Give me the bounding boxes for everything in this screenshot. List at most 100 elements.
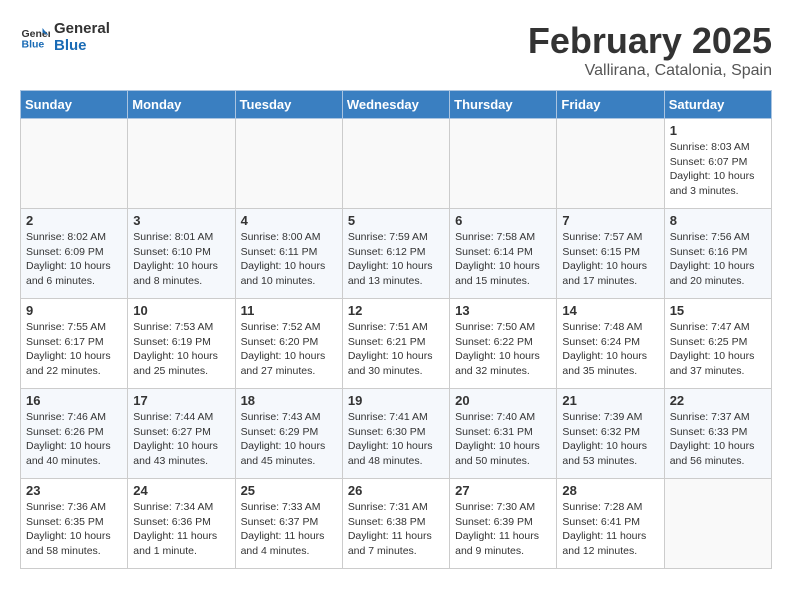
cell-text: Sunrise: 7:41 AM Sunset: 6:30 PM Dayligh… [348,410,444,469]
calendar-cell [235,119,342,209]
day-number: 5 [348,213,444,228]
calendar-header-row: SundayMondayTuesdayWednesdayThursdayFrid… [21,91,772,119]
cell-text: Sunrise: 8:01 AM Sunset: 6:10 PM Dayligh… [133,230,229,289]
day-number: 25 [241,483,337,498]
calendar-cell [450,119,557,209]
calendar-cell: 7Sunrise: 7:57 AM Sunset: 6:15 PM Daylig… [557,209,664,299]
logo-line2: Blue [54,37,110,54]
calendar-header-cell: Sunday [21,91,128,119]
cell-text: Sunrise: 7:52 AM Sunset: 6:20 PM Dayligh… [241,320,337,379]
calendar-week-row: 1 Sunrise: 8:03 AM Sunset: 6:07 PM Daylig… [21,119,772,209]
cell-text: Sunrise: 8:02 AM Sunset: 6:09 PM Dayligh… [26,230,122,289]
cell-text: Sunrise: 7:34 AM Sunset: 6:36 PM Dayligh… [133,500,229,559]
day-number: 14 [562,303,658,318]
calendar-week-row: 23Sunrise: 7:36 AM Sunset: 6:35 PM Dayli… [21,479,772,569]
cell-text: Sunrise: 7:33 AM Sunset: 6:37 PM Dayligh… [241,500,337,559]
cell-text: Sunrise: 7:56 AM Sunset: 6:16 PM Dayligh… [670,230,766,289]
logo: General Blue General Blue [20,20,110,54]
cell-text: Sunrise: 7:51 AM Sunset: 6:21 PM Dayligh… [348,320,444,379]
day-number: 18 [241,393,337,408]
calendar-cell: 14 Sunrise: 7:48 AM Sunset: 6:24 PM Dayli… [557,299,664,389]
calendar-cell: 12 Sunrise: 7:51 AM Sunset: 6:21 PM Dayli… [342,299,449,389]
calendar-body: 1 Sunrise: 8:03 AM Sunset: 6:07 PM Daylig… [21,119,772,569]
cell-text: Sunrise: 8:00 AM Sunset: 6:11 PM Dayligh… [241,230,337,289]
day-number: 12 [348,303,444,318]
calendar-cell: 18Sunrise: 7:43 AM Sunset: 6:29 PM Dayli… [235,389,342,479]
cell-text: Sunrise: 7:36 AM Sunset: 6:35 PM Dayligh… [26,500,122,559]
cell-text: Sunrise: 7:47 AM Sunset: 6:25 PM Dayligh… [670,320,766,379]
calendar-cell: 22Sunrise: 7:37 AM Sunset: 6:33 PM Dayli… [664,389,771,479]
calendar-header-cell: Tuesday [235,91,342,119]
calendar-cell: 13 Sunrise: 7:50 AM Sunset: 6:22 PM Dayli… [450,299,557,389]
cell-text: Sunrise: 7:28 AM Sunset: 6:41 PM Dayligh… [562,500,658,559]
day-number: 27 [455,483,551,498]
day-number: 28 [562,483,658,498]
day-number: 2 [26,213,122,228]
calendar-cell: 9 Sunrise: 7:55 AM Sunset: 6:17 PM Daylig… [21,299,128,389]
calendar-cell: 19 Sunrise: 7:41 AM Sunset: 6:30 PM Dayli… [342,389,449,479]
cell-text: Sunrise: 7:44 AM Sunset: 6:27 PM Dayligh… [133,410,229,469]
title-block: February 2025 Vallirana, Catalonia, Spai… [528,20,772,80]
cell-text: Sunrise: 7:40 AM Sunset: 6:31 PM Dayligh… [455,410,551,469]
day-number: 15 [670,303,766,318]
cell-text: Sunrise: 7:31 AM Sunset: 6:38 PM Dayligh… [348,500,444,559]
calendar-cell: 3 Sunrise: 8:01 AM Sunset: 6:10 PM Daylig… [128,209,235,299]
cell-text: Sunrise: 7:37 AM Sunset: 6:33 PM Dayligh… [670,410,766,469]
calendar-header-cell: Friday [557,91,664,119]
location: Vallirana, Catalonia, Spain [528,62,772,80]
cell-text: Sunrise: 7:50 AM Sunset: 6:22 PM Dayligh… [455,320,551,379]
day-number: 19 [348,393,444,408]
day-number: 1 [670,123,766,138]
cell-text: Sunrise: 7:39 AM Sunset: 6:32 PM Dayligh… [562,410,658,469]
day-number: 6 [455,213,551,228]
cell-text: Sunrise: 7:46 AM Sunset: 6:26 PM Dayligh… [26,410,122,469]
day-number: 9 [26,303,122,318]
calendar-cell: 4Sunrise: 8:00 AM Sunset: 6:11 PM Daylig… [235,209,342,299]
day-number: 16 [26,393,122,408]
cell-text: Sunrise: 7:53 AM Sunset: 6:19 PM Dayligh… [133,320,229,379]
calendar-cell [128,119,235,209]
calendar-cell: 2 Sunrise: 8:02 AM Sunset: 6:09 PM Daylig… [21,209,128,299]
day-number: 24 [133,483,229,498]
cell-text: Sunrise: 7:59 AM Sunset: 6:12 PM Dayligh… [348,230,444,289]
calendar-cell: 23Sunrise: 7:36 AM Sunset: 6:35 PM Dayli… [21,479,128,569]
calendar-week-row: 16 Sunrise: 7:46 AM Sunset: 6:26 PM Dayli… [21,389,772,479]
logo-icon: General Blue [20,22,50,52]
calendar-cell: 24 Sunrise: 7:34 AM Sunset: 6:36 PM Dayli… [128,479,235,569]
calendar-table: SundayMondayTuesdayWednesdayThursdayFrid… [20,90,772,569]
calendar-week-row: 2 Sunrise: 8:02 AM Sunset: 6:09 PM Daylig… [21,209,772,299]
calendar-cell: 25 Sunrise: 7:33 AM Sunset: 6:37 PM Dayli… [235,479,342,569]
day-number: 7 [562,213,658,228]
cell-text: Sunrise: 7:55 AM Sunset: 6:17 PM Dayligh… [26,320,122,379]
day-number: 13 [455,303,551,318]
cell-text: Sunrise: 7:48 AM Sunset: 6:24 PM Dayligh… [562,320,658,379]
calendar-cell [557,119,664,209]
calendar-cell [21,119,128,209]
day-number: 8 [670,213,766,228]
calendar-cell: 26 Sunrise: 7:31 AM Sunset: 6:38 PM Dayli… [342,479,449,569]
calendar-header-cell: Wednesday [342,91,449,119]
day-number: 11 [241,303,337,318]
calendar-cell: 8 Sunrise: 7:56 AM Sunset: 6:16 PM Daylig… [664,209,771,299]
day-number: 20 [455,393,551,408]
month-title: February 2025 [528,20,772,62]
day-number: 26 [348,483,444,498]
day-number: 17 [133,393,229,408]
calendar-cell: 11 Sunrise: 7:52 AM Sunset: 6:20 PM Dayli… [235,299,342,389]
svg-text:Blue: Blue [22,39,45,51]
calendar-cell: 20 Sunrise: 7:40 AM Sunset: 6:31 PM Dayli… [450,389,557,479]
calendar-cell: 15 Sunrise: 7:47 AM Sunset: 6:25 PM Dayli… [664,299,771,389]
calendar-header-cell: Saturday [664,91,771,119]
calendar-cell: 16 Sunrise: 7:46 AM Sunset: 6:26 PM Dayli… [21,389,128,479]
calendar-cell: 17 Sunrise: 7:44 AM Sunset: 6:27 PM Dayli… [128,389,235,479]
calendar-cell: 1 Sunrise: 8:03 AM Sunset: 6:07 PM Daylig… [664,119,771,209]
calendar-header-cell: Thursday [450,91,557,119]
calendar-header-cell: Monday [128,91,235,119]
calendar-cell: 5 Sunrise: 7:59 AM Sunset: 6:12 PM Daylig… [342,209,449,299]
calendar-cell: 10Sunrise: 7:53 AM Sunset: 6:19 PM Dayli… [128,299,235,389]
day-number: 3 [133,213,229,228]
calendar-cell: 6Sunrise: 7:58 AM Sunset: 6:14 PM Daylig… [450,209,557,299]
calendar-cell: 21Sunrise: 7:39 AM Sunset: 6:32 PM Dayli… [557,389,664,479]
cell-text: Sunrise: 8:03 AM Sunset: 6:07 PM Dayligh… [670,140,766,199]
cell-text: Sunrise: 7:30 AM Sunset: 6:39 PM Dayligh… [455,500,551,559]
